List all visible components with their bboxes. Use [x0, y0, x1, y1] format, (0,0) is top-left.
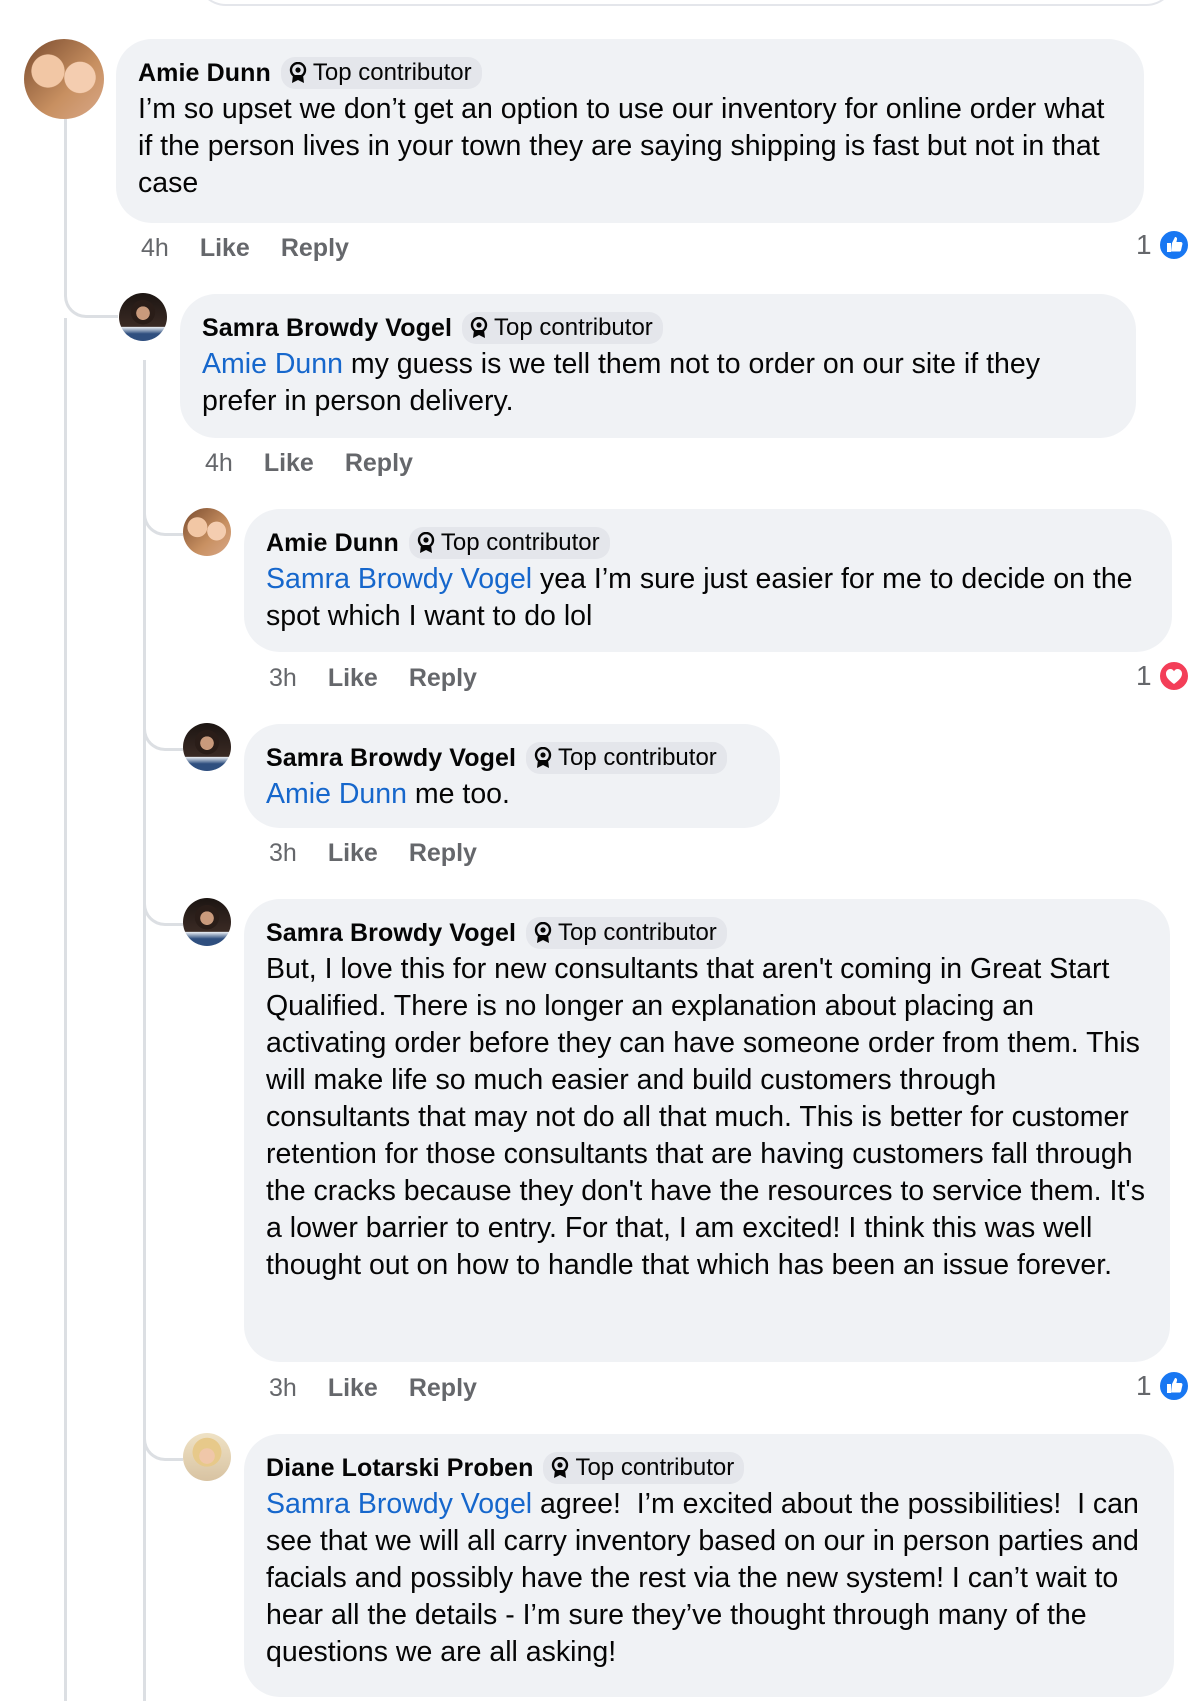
like-icon	[1158, 1370, 1190, 1402]
author-name[interactable]: Amie Dunn	[266, 529, 399, 558]
comment-bubble: Samra Browdy Vogel Top contributor But, …	[244, 899, 1170, 1362]
author-name[interactable]: Samra Browdy Vogel	[266, 744, 516, 773]
badge-icon	[534, 922, 552, 944]
comment-actions: 3h Like Reply	[269, 839, 477, 868]
comment-text: Samra Browdy Vogel agree! I’m excited ab…	[266, 1486, 1152, 1671]
avatar[interactable]	[24, 39, 104, 119]
reaction-summary[interactable]: 1	[1136, 229, 1190, 261]
comment-actions: 3h Like Reply	[269, 664, 477, 693]
avatar[interactable]	[183, 508, 231, 556]
love-icon	[1158, 660, 1190, 692]
timestamp[interactable]: 3h	[269, 1374, 297, 1403]
avatar[interactable]	[183, 898, 231, 946]
comment-bubble: Diane Lotarski Proben Top contributor Sa…	[244, 1434, 1174, 1697]
mention-link[interactable]: Samra Browdy Vogel	[266, 1488, 532, 1520]
thread-curve	[143, 1425, 183, 1461]
comment-text: Samra Browdy Vogel yea I’m sure just eas…	[266, 561, 1150, 635]
thread-line-sub	[143, 360, 146, 1701]
thread-curve	[143, 500, 183, 536]
timestamp[interactable]: 4h	[141, 234, 169, 263]
reaction-count: 1	[1136, 1370, 1152, 1401]
thread-curve	[143, 890, 183, 926]
reply-button[interactable]: Reply	[281, 234, 349, 263]
reply-button[interactable]: Reply	[345, 449, 413, 478]
reaction-summary[interactable]: 1	[1136, 1370, 1190, 1402]
like-button[interactable]: Like	[328, 839, 378, 868]
avatar[interactable]	[183, 1433, 231, 1481]
comment-bubble: Amie Dunn Top contributor I’m so upset w…	[116, 39, 1144, 223]
badge-label: Top contributor	[558, 919, 717, 946]
like-button[interactable]: Like	[264, 449, 314, 478]
comment-bubble: Amie Dunn Top contributor Samra Browdy V…	[244, 509, 1172, 652]
reaction-count: 1	[1136, 660, 1152, 691]
reaction-count: 1	[1136, 229, 1152, 260]
badge-icon	[534, 747, 552, 769]
reaction-summary[interactable]: 1	[1136, 660, 1190, 692]
top-contributor-badge[interactable]: Top contributor	[280, 57, 482, 89]
mention-link[interactable]: Amie Dunn	[266, 778, 407, 810]
top-contributor-badge[interactable]: Top contributor	[526, 917, 727, 949]
reply-button[interactable]: Reply	[409, 839, 477, 868]
comment-actions: 4h Like Reply	[205, 449, 413, 478]
badge-icon	[289, 62, 307, 84]
author-name[interactable]: Diane Lotarski Proben	[266, 1454, 533, 1483]
timestamp[interactable]: 3h	[269, 664, 297, 693]
timestamp[interactable]: 3h	[269, 839, 297, 868]
comment-actions: 4h Like Reply	[141, 234, 349, 263]
badge-icon	[470, 317, 488, 339]
author-name[interactable]: Samra Browdy Vogel	[202, 314, 452, 343]
author-name[interactable]: Amie Dunn	[138, 59, 271, 88]
comment-body: me too.	[406, 778, 510, 810]
comment-bubble: Samra Browdy Vogel Top contributor Amie …	[180, 294, 1136, 438]
parent-comment-edge	[196, 0, 1176, 6]
top-contributor-badge[interactable]: Top contributor	[543, 1452, 745, 1484]
like-button[interactable]: Like	[328, 1374, 378, 1403]
badge-label: Top contributor	[494, 314, 653, 341]
badge-label: Top contributor	[558, 744, 717, 771]
timestamp[interactable]: 4h	[205, 449, 233, 478]
top-contributor-badge[interactable]: Top contributor	[408, 527, 610, 559]
badge-label: Top contributor	[575, 1454, 735, 1481]
author-name[interactable]: Samra Browdy Vogel	[266, 919, 516, 948]
thread-line-main-lower	[64, 318, 67, 1701]
like-icon	[1158, 229, 1190, 261]
badge-icon	[551, 1457, 569, 1479]
avatar[interactable]	[183, 723, 231, 771]
reply-button[interactable]: Reply	[409, 664, 477, 693]
mention-link[interactable]: Amie Dunn	[202, 348, 343, 380]
badge-icon	[417, 532, 435, 554]
like-button[interactable]: Like	[328, 664, 378, 693]
top-contributor-badge[interactable]: Top contributor	[526, 742, 727, 774]
badge-label: Top contributor	[440, 529, 600, 556]
comment-actions: 3h Like Reply	[269, 1374, 477, 1403]
comment-text: Amie Dunn my guess is we tell them not t…	[202, 346, 1114, 420]
top-contributor-badge[interactable]: Top contributor	[462, 312, 663, 344]
comment-text: Amie Dunn me too.	[266, 776, 758, 813]
comment-text: I’m so upset we don’t get an option to u…	[138, 93, 1105, 199]
comment-text: But, I love this for new consultants tha…	[266, 953, 1145, 1281]
reply-button[interactable]: Reply	[409, 1374, 477, 1403]
avatar[interactable]	[119, 293, 167, 341]
like-button[interactable]: Like	[200, 234, 250, 263]
badge-label: Top contributor	[312, 59, 472, 86]
mention-link[interactable]: Samra Browdy Vogel	[266, 563, 532, 595]
thread-curve	[143, 715, 183, 751]
comment-bubble: Samra Browdy Vogel Top contributor Amie …	[244, 724, 780, 828]
thread-curve	[64, 262, 118, 318]
